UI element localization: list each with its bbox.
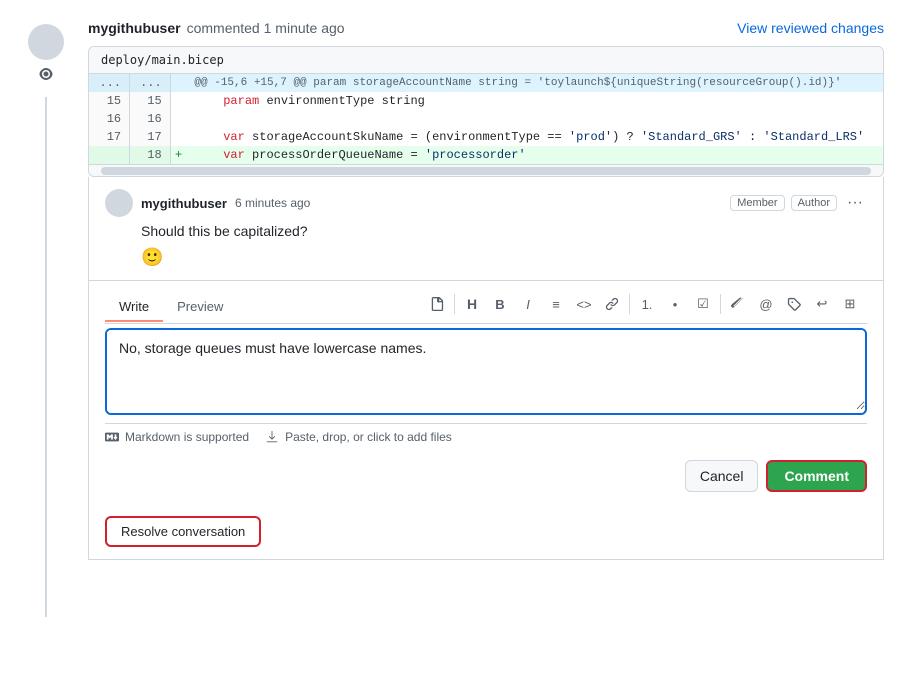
resolve-conversation-button[interactable]: Resolve conversation (105, 516, 261, 547)
pr-header-left: mygithubuser commented 1 minute ago (88, 20, 345, 36)
main-column: mygithubuser commented 1 minute ago View… (88, 20, 884, 560)
line-num-left: 15 (89, 92, 130, 110)
author-badge: Author (791, 195, 837, 211)
line-num-left: 17 (89, 128, 130, 146)
line-num-right: 15 (130, 92, 171, 110)
code-row-17: 17 17 var storageAccountSkuName = (envir… (89, 128, 883, 146)
toolbar-divider-3 (720, 294, 721, 314)
toolbar-quote-icon[interactable]: ≡ (543, 291, 569, 317)
reply-editor: Write Preview H B I ≡ <> (89, 281, 883, 504)
pr-header: mygithubuser commented 1 minute ago View… (88, 20, 884, 36)
diff-sign: + (170, 146, 186, 164)
toolbar-heading-icon[interactable]: H (459, 291, 485, 317)
comment-textarea[interactable]: No, storage queues must have lowercase n… (107, 330, 865, 410)
line-num-right: 18 (130, 146, 171, 164)
code-content (186, 110, 882, 128)
timeline-line (45, 97, 47, 617)
comment-section: mygithubuser 6 minutes ago Member Author… (88, 177, 884, 560)
markdown-label: Markdown is supported (125, 430, 249, 444)
diff-sign (170, 128, 186, 146)
comment-button[interactable]: Comment (766, 460, 867, 492)
code-row-18: 18 + var processOrderQueueName = 'proces… (89, 146, 883, 164)
line-num-left: ... (89, 74, 130, 92)
avatar (28, 24, 64, 60)
toolbar-italic-icon[interactable]: I (515, 291, 541, 317)
code-content: var storageAccountSkuName = (environment… (186, 128, 882, 146)
editor-textarea-wrapper: No, storage queues must have lowercase n… (105, 328, 867, 415)
editor-actions: Cancel Comment (105, 460, 867, 492)
page-wrapper: mygithubuser commented 1 minute ago View… (0, 0, 900, 675)
line-num-right: 16 (130, 110, 171, 128)
toolbar-attach-icon[interactable] (725, 291, 751, 317)
line-num-right: 17 (130, 128, 171, 146)
comment-time: 6 minutes ago (235, 196, 310, 210)
comment-header-left: mygithubuser 6 minutes ago (105, 189, 310, 217)
line-num-left (89, 146, 130, 164)
toolbar-divider-2 (629, 294, 630, 314)
file-upload-label[interactable]: Paste, drop, or click to add files (265, 430, 452, 444)
pr-action-text: commented 1 minute ago (187, 20, 345, 36)
editor-toolbar: H B I ≡ <> 1. • ☑ (420, 291, 867, 323)
code-row-diff-header: ... ... @@ -15,6 +15,7 @@ param storageA… (89, 74, 883, 92)
comment-body: Should this be capitalized? (105, 223, 867, 239)
toolbar-saved-replies-icon[interactable]: ⊞ (837, 291, 863, 317)
editor-tab-group: Write Preview (105, 293, 237, 322)
diff-sign (170, 92, 186, 110)
code-table: ... ... @@ -15,6 +15,7 @@ param storageA… (89, 74, 883, 164)
preview-tab[interactable]: Preview (163, 293, 237, 322)
toolbar-file-icon[interactable] (424, 291, 450, 317)
commenter-username[interactable]: mygithubuser (88, 20, 181, 36)
eye-icon (38, 66, 54, 87)
diff-sign (170, 74, 186, 92)
cancel-button[interactable]: Cancel (685, 460, 759, 492)
line-num-right: ... (130, 74, 171, 92)
toolbar-divider-1 (454, 294, 455, 314)
code-content: @@ -15,6 +15,7 @@ param storageAccountNa… (186, 74, 882, 92)
view-changes-link[interactable]: View reviewed changes (737, 20, 884, 36)
toolbar-reference-icon[interactable] (781, 291, 807, 317)
scroll-bar[interactable] (89, 164, 883, 176)
emoji-reaction-button[interactable]: 🙂 (105, 247, 867, 268)
code-content: var processOrderQueueName = 'processorde… (186, 146, 882, 164)
code-block: deploy/main.bicep ... ... @@ -15,6 +15,7… (88, 46, 884, 177)
editor-footer: Markdown is supported Paste, drop, or cl… (105, 423, 867, 450)
markdown-support-label: Markdown is supported (105, 430, 249, 444)
toolbar-ordered-list-icon[interactable]: 1. (634, 291, 660, 317)
comment-badges: Member Author ··· (730, 192, 867, 214)
toolbar-link-icon[interactable] (599, 291, 625, 317)
file-label: Paste, drop, or click to add files (285, 430, 452, 444)
code-row-16: 16 16 (89, 110, 883, 128)
file-path: deploy/main.bicep (89, 47, 883, 74)
comment-username[interactable]: mygithubuser (141, 196, 227, 211)
write-tab[interactable]: Write (105, 293, 163, 322)
line-num-left: 16 (89, 110, 130, 128)
code-row-15: 15 15 param environmentType string (89, 92, 883, 110)
member-badge: Member (730, 195, 784, 211)
toolbar-tasklist-icon[interactable]: ☑ (690, 291, 716, 317)
comment-avatar (105, 189, 133, 217)
toolbar-mention-icon[interactable]: @ (753, 291, 779, 317)
more-options-button[interactable]: ··· (843, 192, 867, 214)
comment-item: mygithubuser 6 minutes ago Member Author… (89, 177, 883, 281)
toolbar-bold-icon[interactable]: B (487, 291, 513, 317)
toolbar-unordered-list-icon[interactable]: • (662, 291, 688, 317)
editor-tabs: Write Preview H B I ≡ <> (105, 291, 867, 324)
toolbar-reply-icon[interactable]: ↩ (809, 291, 835, 317)
scroll-bar-inner (101, 167, 871, 175)
comment-header: mygithubuser 6 minutes ago Member Author… (105, 189, 867, 217)
diff-sign (170, 110, 186, 128)
left-column (16, 20, 76, 617)
smiley-icon: 🙂 (141, 247, 163, 267)
resolve-section: Resolve conversation (89, 504, 883, 559)
toolbar-code-icon[interactable]: <> (571, 291, 597, 317)
code-content: param environmentType string (186, 92, 882, 110)
